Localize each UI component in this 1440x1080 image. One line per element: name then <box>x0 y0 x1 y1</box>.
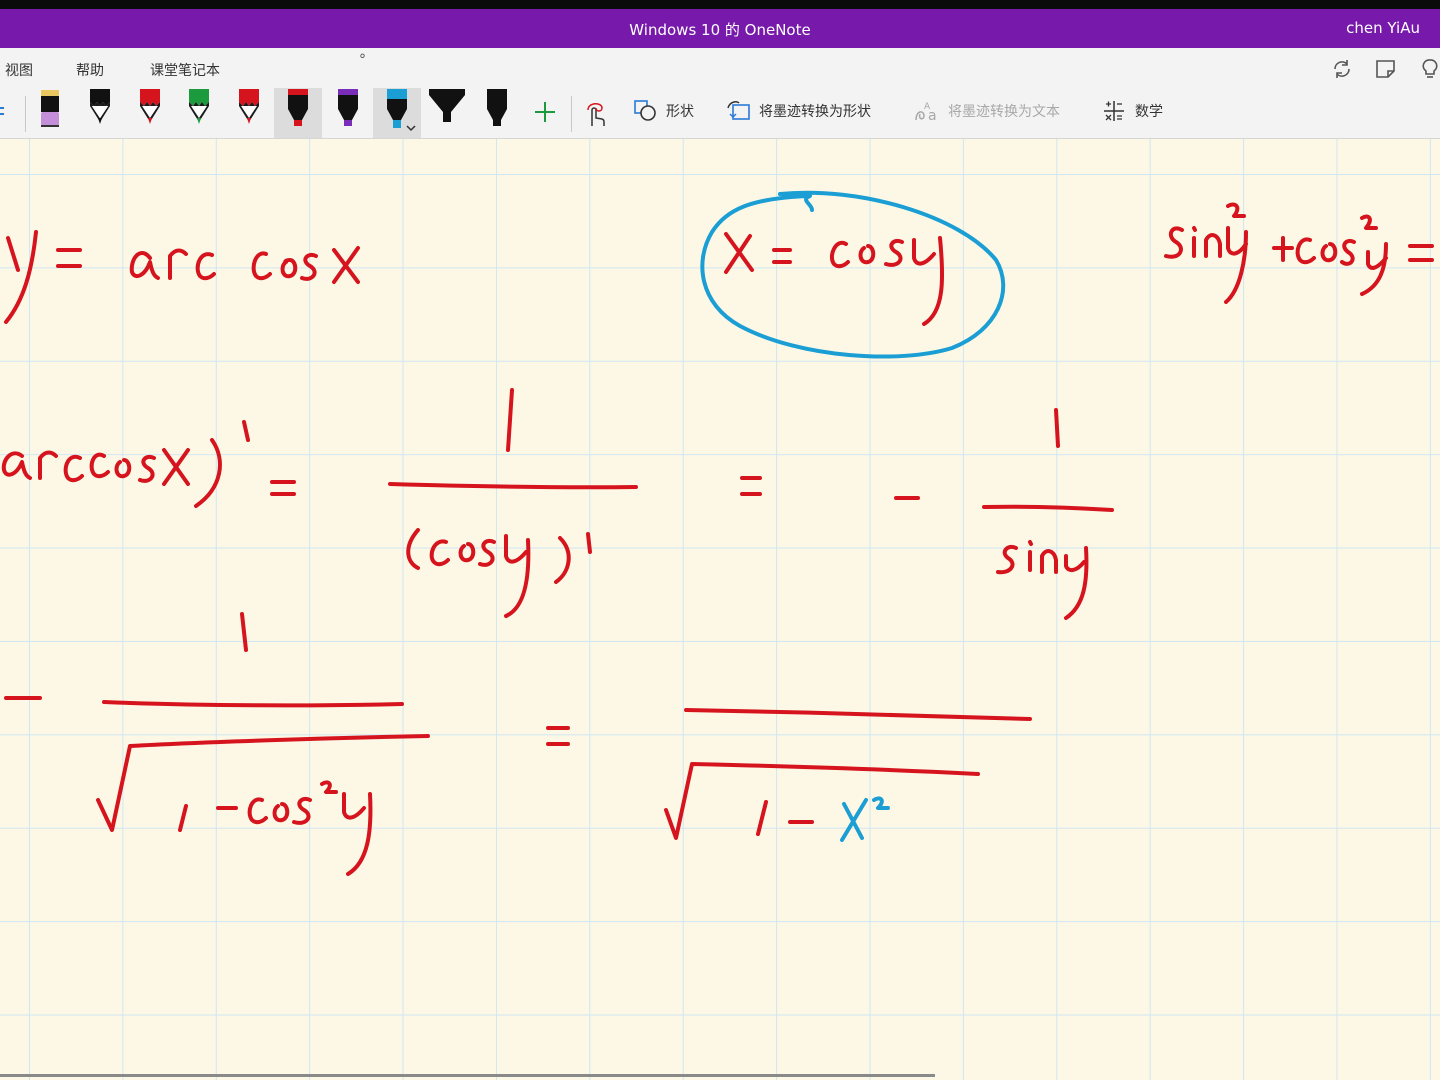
ink-derivative-line <box>1 388 1114 620</box>
horizontal-scrollbar[interactable] <box>0 1074 935 1077</box>
ink-blue-circle <box>700 190 1006 359</box>
ink-sin2-cos2-identity <box>1164 202 1434 304</box>
ink-y-equals-arccosx <box>4 230 360 324</box>
handwritten-ink-layer <box>1 190 1434 876</box>
ink-blue-x-squared <box>840 796 890 842</box>
ink-final-result-line <box>4 612 1032 876</box>
ink-x-equals-cosy <box>724 232 945 326</box>
